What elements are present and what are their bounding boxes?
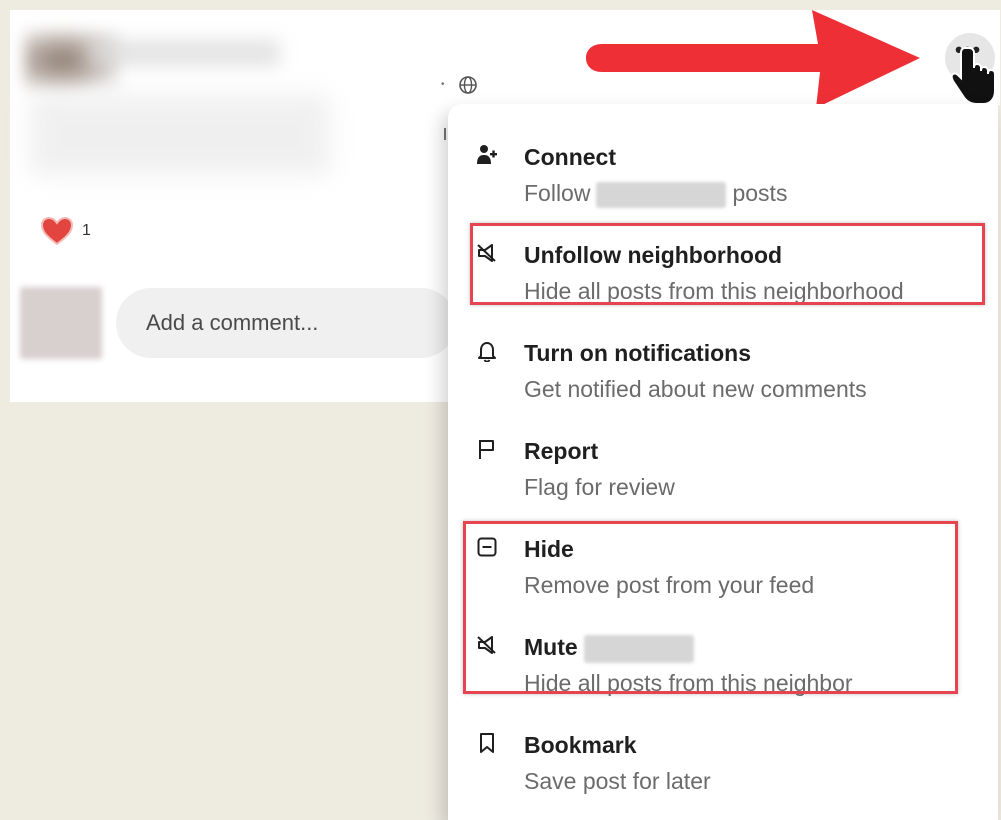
menu-item-title: Report (524, 438, 599, 464)
blurred-post-content (30, 95, 330, 175)
red-arrow-annotation-icon (586, 10, 920, 108)
post-options-menu: Connect Follow posts Unfollow neighborhoo… (448, 104, 998, 820)
menu-item-bookmark[interactable]: Bookmark Save post for later (448, 702, 998, 794)
menu-item-title: Connect (524, 144, 616, 170)
divider (444, 128, 446, 140)
menu-item-subtitle: Get notified about new comments (524, 376, 867, 402)
avatar (20, 287, 102, 359)
heart-reaction-icon[interactable] (40, 216, 74, 246)
bookmark-icon (480, 733, 494, 753)
menu-item-subtitle: Flag for review (524, 474, 675, 500)
highlight-box-unfollow (470, 223, 985, 305)
flag-icon (479, 440, 494, 459)
menu-item-title: Turn on notifications (524, 340, 751, 366)
menu-item-title: Bookmark (524, 732, 637, 758)
reaction-count: 1 (82, 222, 91, 239)
globe-icon (459, 76, 477, 94)
menu-item-connect[interactable]: Connect Follow posts (448, 114, 998, 208)
menu-item-turn-on-notifications[interactable]: Turn on notifications Get notified about… (448, 310, 998, 402)
menu-item-subtitle-prefix: Follow (524, 180, 591, 206)
comment-input[interactable] (116, 288, 456, 358)
hand-cursor-icon (951, 47, 996, 105)
menu-item-subtitle: Follow posts (524, 180, 787, 208)
menu-item-subtitle-suffix: posts (732, 180, 788, 206)
menu-item-subtitle: Save post for later (524, 768, 711, 794)
meta-separator: • (441, 79, 445, 90)
highlight-box-hide-mute (463, 521, 958, 694)
bell-icon (478, 342, 496, 362)
menu-item-report[interactable]: Report Flag for review (448, 408, 998, 500)
blurred-author-name (90, 40, 280, 66)
redacted-name (596, 181, 727, 208)
person-plus-icon (477, 145, 497, 164)
